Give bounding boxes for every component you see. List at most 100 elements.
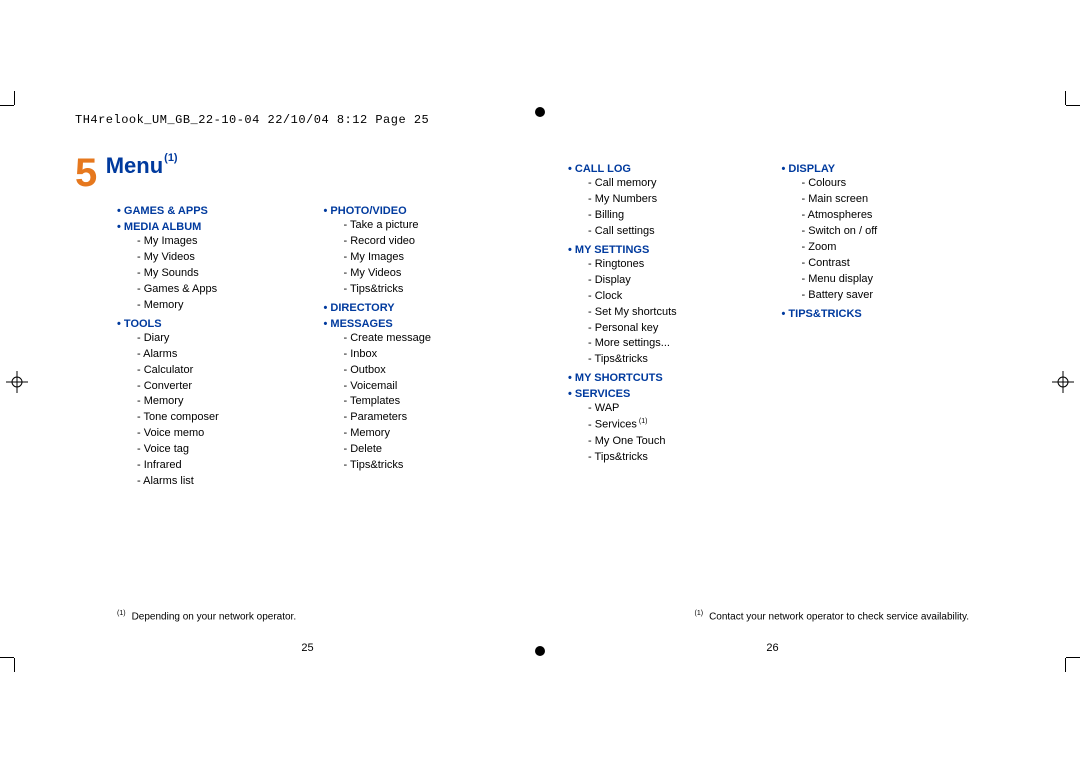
menu-item-list: ColoursMain screenAtmospheresSwitch on /…	[802, 176, 996, 304]
menu-item: My Images	[137, 234, 324, 250]
menu-item: Tips&tricks	[344, 282, 531, 298]
menu-item: Create message	[344, 331, 531, 347]
column: CALL LOGCall memoryMy NumbersBillingCall…	[568, 159, 782, 470]
menu-item-list: Call memoryMy NumbersBillingCall setting…	[588, 176, 782, 240]
menu-item: Tone composer	[137, 410, 324, 426]
menu-item: My Videos	[137, 250, 324, 266]
footnote-left: (1)Depending on your network operator.	[117, 610, 296, 622]
menu-item: Alarms	[137, 347, 324, 363]
crop-mark	[1066, 657, 1080, 658]
page-number-right: 26	[766, 642, 778, 654]
footnote-text: Contact your network operator to check s…	[709, 611, 969, 622]
chapter-title-footnote-ref: (1)	[164, 152, 177, 164]
menu-item: Call settings	[588, 224, 782, 240]
page-number-left: 25	[301, 642, 313, 654]
menu-item: Outbox	[344, 363, 531, 379]
menu-item: My Numbers	[588, 192, 782, 208]
menu-item: Set My shortcuts	[588, 305, 782, 321]
menu-item: Tips&tricks	[344, 458, 531, 474]
crop-mark	[14, 658, 15, 672]
menu-section-head: TIPS&TRICKS	[782, 308, 996, 320]
menu-item: Voice tag	[137, 442, 324, 458]
menu-section-head: DISPLAY	[782, 163, 996, 175]
menu-item: Tips&tricks	[588, 352, 782, 368]
crop-mark	[14, 91, 15, 105]
menu-item: Templates	[344, 394, 531, 410]
chapter-number: 5	[75, 153, 97, 193]
menu-section-head: DIRECTORY	[324, 302, 531, 314]
menu-item-list: Take a pictureRecord videoMy ImagesMy Vi…	[344, 218, 531, 298]
menu-item: WAP	[588, 401, 782, 417]
crop-mark	[1066, 105, 1080, 106]
manual-spread: TH4relook_UM_GB_22-10-04 22/10/04 8:12 P…	[0, 0, 1080, 763]
menu-item: Record video	[344, 234, 531, 250]
spread: TH4relook_UM_GB_22-10-04 22/10/04 8:12 P…	[35, 105, 1045, 658]
column: GAMES & APPS MEDIA ALBUMMy ImagesMy Video…	[117, 201, 324, 494]
menu-section-head: MY SETTINGS	[568, 244, 782, 256]
left-columns: GAMES & APPSMEDIA ALBUMMy ImagesMy Video…	[117, 201, 530, 494]
menu-item: Calculator	[137, 363, 324, 379]
column: PHOTO/VIDEOTake a pictureRecord videoMy …	[324, 201, 531, 494]
menu-item-list: My ImagesMy VideosMy SoundsGames & AppsM…	[137, 234, 324, 314]
footnote-marker: (1)	[117, 610, 126, 617]
crop-mark	[0, 105, 14, 106]
menu-section-head: MEDIA ALBUM	[117, 221, 324, 233]
menu-item: Voice memo	[137, 426, 324, 442]
menu-section-head: TOOLS	[117, 318, 324, 330]
menu-item: Converter	[137, 379, 324, 395]
menu-item: Billing	[588, 208, 782, 224]
menu-item: Alarms list	[137, 474, 324, 490]
menu-item: Inbox	[344, 347, 531, 363]
menu-item: Games & Apps	[137, 282, 324, 298]
menu-item: Voicemail	[344, 379, 531, 395]
menu-item: Delete	[344, 442, 531, 458]
left-page: 5 Menu(1) ..............................…	[75, 153, 540, 658]
menu-item: My Videos	[344, 266, 531, 282]
menu-item: Memory	[137, 394, 324, 410]
menu-item: My Images	[344, 250, 531, 266]
menu-item: Parameters	[344, 410, 531, 426]
crop-mark	[1065, 91, 1066, 105]
menu-item: Menu display	[802, 272, 996, 288]
footnote-right: (1)Contact your network operator to chec…	[695, 610, 970, 622]
content-area: 5 Menu(1) ..............................…	[75, 153, 1005, 658]
menu-item: My One Touch	[588, 434, 782, 450]
menu-item: Diary	[137, 331, 324, 347]
menu-section-head: MY SHORTCUTS	[568, 372, 782, 384]
menu-item: Colours	[802, 176, 996, 192]
menu-item: Call memory	[588, 176, 782, 192]
menu-section-head: PHOTO/VIDEO	[324, 205, 531, 217]
registration-mark-icon	[1052, 371, 1074, 393]
menu-item: Battery saver	[802, 288, 996, 304]
right-page: CALL LOGCall memoryMy NumbersBillingCall…	[540, 153, 1005, 658]
menu-section-head: SERVICES	[568, 388, 782, 400]
menu-item: More settings...	[588, 336, 782, 352]
menu-item: Atmospheres	[802, 208, 996, 224]
menu-item: Memory	[137, 298, 324, 314]
menu-item-list: WAPServices(1)My One TouchTips&tricks	[588, 401, 782, 465]
menu-item: Clock	[588, 289, 782, 305]
menu-item-list: RingtonesDisplayClockSet My shortcutsPer…	[588, 257, 782, 369]
menu-item: Ringtones	[588, 257, 782, 273]
menu-item: Tips&tricks	[588, 450, 782, 466]
menu-item: Personal key	[588, 321, 782, 337]
registration-mark-icon	[6, 371, 28, 393]
crop-mark	[1065, 658, 1066, 672]
menu-item: Take a picture	[344, 218, 531, 234]
menu-item: Infrared	[137, 458, 324, 474]
dot-leader: ........................................…	[270, 165, 530, 171]
menu-item-list: Create messageInboxOutboxVoicemailTempla…	[344, 331, 531, 474]
menu-item: Zoom	[802, 240, 996, 256]
right-columns: CALL LOGCall memoryMy NumbersBillingCall…	[568, 159, 995, 470]
menu-item: Main screen	[802, 192, 996, 208]
menu-section-head: CALL LOG	[568, 163, 782, 175]
chapter-title: Menu	[106, 155, 163, 177]
chapter-heading: 5 Menu(1) ..............................…	[75, 153, 540, 193]
footnote-ref: (1)	[639, 418, 648, 425]
menu-section-head: GAMES & APPS	[117, 205, 324, 217]
menu-item: Switch on / off	[802, 224, 996, 240]
menu-item: Memory	[344, 426, 531, 442]
column: DISPLAYColoursMain screenAtmospheresSwit…	[782, 159, 996, 470]
menu-item: Services(1)	[588, 417, 782, 434]
print-header-slug: TH4relook_UM_GB_22-10-04 22/10/04 8:12 P…	[75, 113, 429, 127]
